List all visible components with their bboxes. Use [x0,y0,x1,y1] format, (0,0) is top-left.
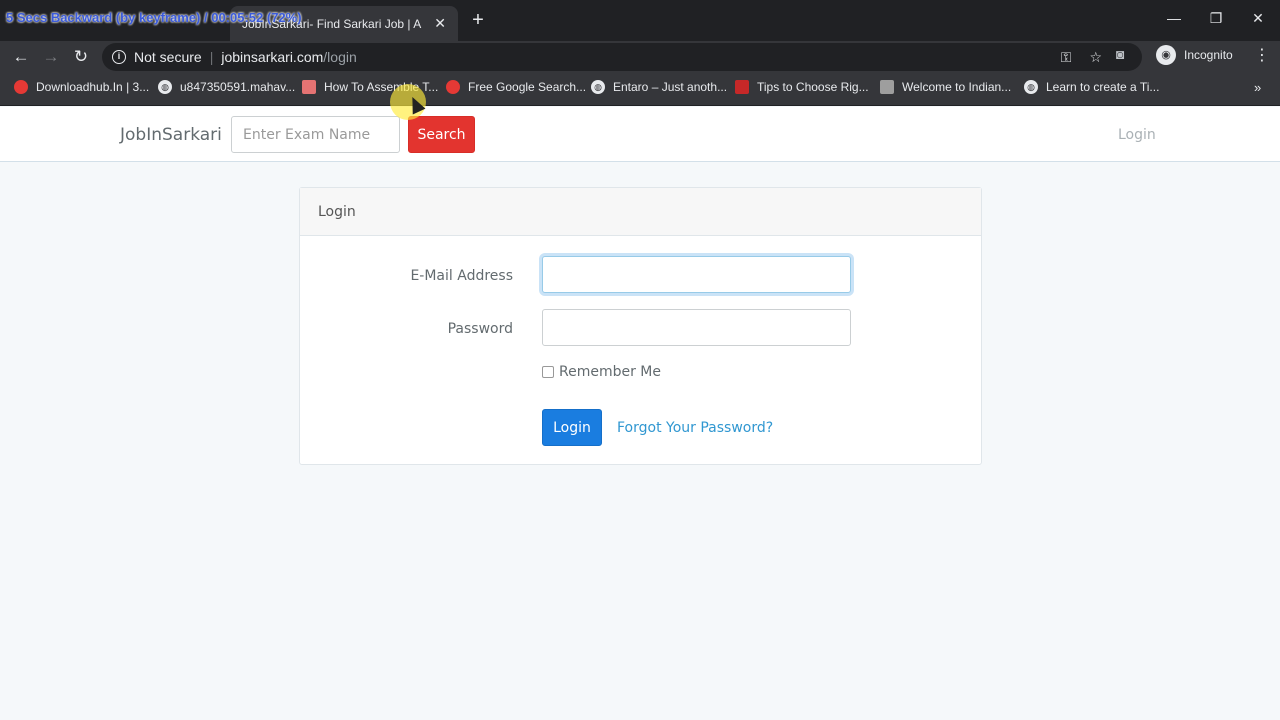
site-icon [446,80,460,94]
omnibox-icons: ⚿ ☆ [1061,49,1102,66]
login-panel: Login E-Mail Address Password Remember M… [299,187,982,465]
login-button[interactable]: Login [542,409,602,446]
key-icon[interactable]: ⚿ [1061,49,1072,66]
bookmark-label: Free Google Search... [468,80,587,94]
site-icon [735,80,749,94]
email-field[interactable] [542,256,851,293]
window-close-icon[interactable]: ✕ [1238,6,1278,30]
bookmark-item[interactable]: Welcome to Indian... [880,80,1011,94]
menu-icon[interactable]: ⋮ [1254,45,1270,65]
panel-heading: Login [300,188,981,236]
forgot-password-link[interactable]: Forgot Your Password? [617,420,773,436]
bookmark-label: Tips to Choose Rig... [757,80,869,94]
browser-toolbar: ← → ↻ i Not secure | jobinsarkari.com/lo… [0,41,1280,72]
password-label: Password [447,321,513,337]
globe-icon: ◍ [591,80,605,94]
nav-login-link[interactable]: Login [1118,127,1156,143]
bookmark-item[interactable]: Downloadhub.In | 3... [14,80,149,94]
info-icon[interactable]: i [112,50,126,64]
reload-icon[interactable]: ↻ [68,44,94,70]
remember-me[interactable]: Remember Me [542,364,661,380]
bookmark-label: u847350591.mahav... [180,80,296,94]
remember-me-label: Remember Me [559,364,661,380]
camera-icon[interactable]: ◙ [1116,46,1124,62]
red-circle-icon [14,80,28,94]
address-bar[interactable]: i Not secure | jobinsarkari.com/login ⚿ … [102,43,1142,71]
forward-arrow-icon[interactable]: → [38,44,64,70]
search-button[interactable]: Search [408,116,475,153]
back-arrow-icon[interactable]: ← [8,44,34,70]
incognito-profile[interactable]: ◉ Incognito [1156,45,1233,65]
site-brand[interactable]: JobInSarkari [120,125,222,145]
url-host: jobinsarkari.com [221,49,324,65]
bookmark-label: Welcome to Indian... [902,80,1012,94]
bookmark-item[interactable]: ◍ u847350591.mahav... [158,80,295,94]
omnibox-separator: | [209,49,214,65]
more-bookmarks-icon[interactable]: » [1254,80,1261,95]
minimize-icon[interactable]: — [1154,6,1194,30]
incognito-label: Incognito [1184,48,1233,62]
new-tab-button[interactable]: + [466,8,490,32]
page-content: JobInSarkari Search Login Login E-Mail A… [0,107,1280,720]
bookmark-label: Entaro – Just anoth... [613,80,728,94]
video-overlay-text: 5 Secs Backward (by keyframe) / 00:05:52… [6,10,302,25]
bookmark-item[interactable]: Tips to Choose Rig... [735,80,869,94]
exam-search-input[interactable] [231,116,400,153]
security-status: Not secure [134,49,202,65]
url-path: /login [323,49,357,65]
site-navbar: JobInSarkari Search Login [0,107,1280,162]
site-icon [302,80,316,94]
site-icon [880,80,894,94]
restore-icon[interactable]: ❐ [1196,6,1236,30]
bookmark-item[interactable]: ◍ Learn to create a Ti... [1024,80,1159,94]
globe-icon: ◍ [158,80,172,94]
email-label: E-Mail Address [410,268,513,284]
incognito-icon: ◉ [1156,45,1176,65]
bookmark-item[interactable]: Free Google Search... [446,80,586,94]
bookmark-label: Downloadhub.In | 3... [36,80,150,94]
bookmark-item[interactable]: ◍ Entaro – Just anoth... [591,80,727,94]
remember-me-checkbox[interactable] [542,366,554,378]
globe-icon: ◍ [1024,80,1038,94]
password-field[interactable] [542,309,851,346]
star-icon[interactable]: ☆ [1089,49,1102,66]
close-tab-icon[interactable]: ✕ [434,15,446,32]
bookmark-label: Learn to create a Ti... [1046,80,1160,94]
